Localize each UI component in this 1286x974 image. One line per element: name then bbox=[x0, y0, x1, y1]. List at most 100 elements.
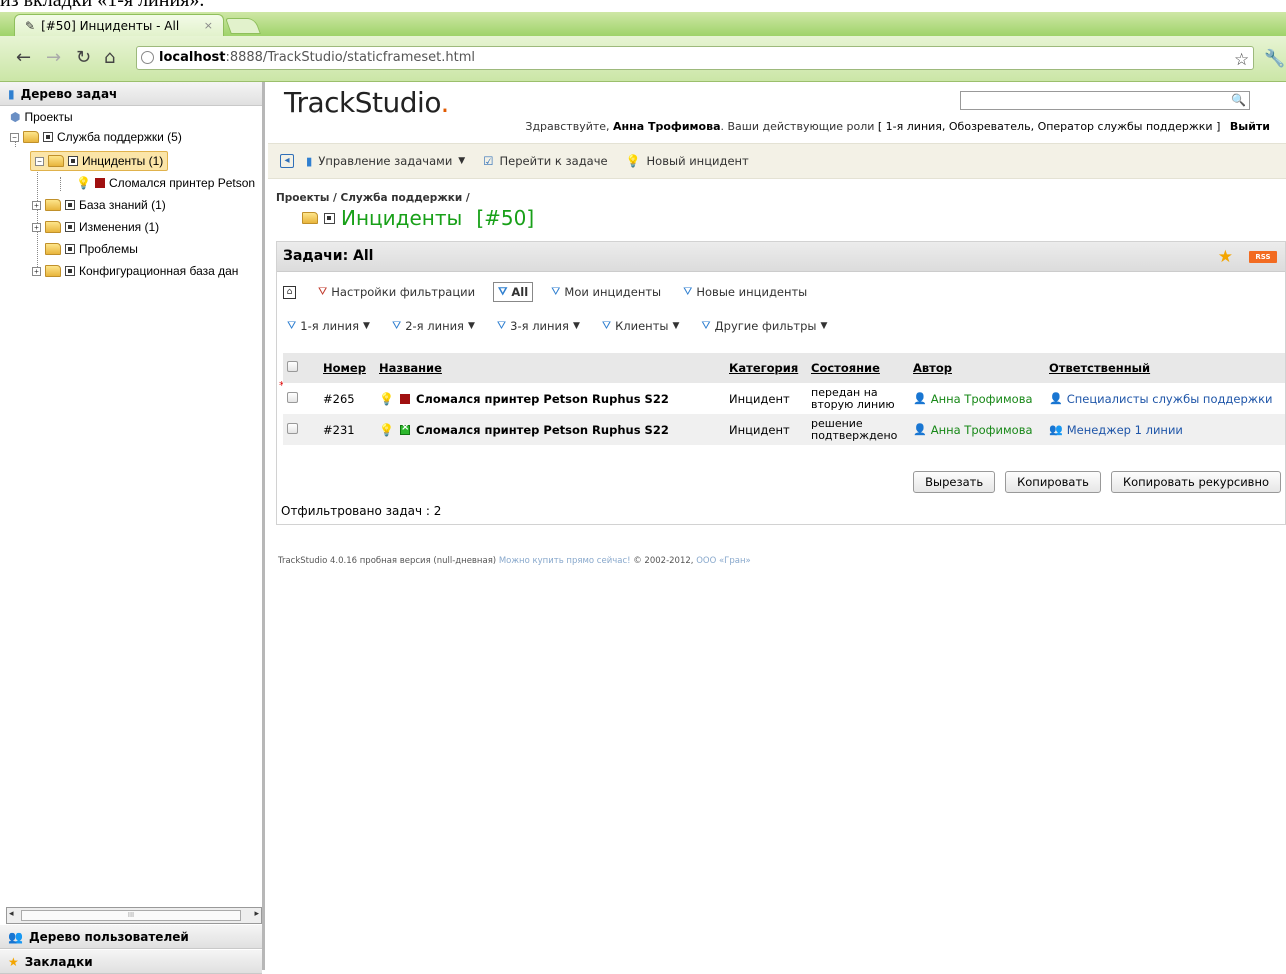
tree-node-changes[interactable]: + Изменения (1) bbox=[32, 217, 159, 237]
filter-all-button[interactable]: ⛛ All bbox=[493, 282, 534, 302]
expand-icon[interactable]: + bbox=[32, 222, 41, 232]
search-icon[interactable]: 🔍 bbox=[1231, 93, 1246, 107]
main-content: TrackStudio. 🔍 Здравствуйте, Анна Трофим… bbox=[268, 82, 1286, 970]
filter-settings-button[interactable]: ⛛ Настройки фильтрации bbox=[314, 283, 479, 301]
forward-icon[interactable]: → bbox=[46, 49, 61, 67]
goto-task-button[interactable]: ☑ Перейти к задаче bbox=[483, 154, 607, 168]
browser-tab[interactable]: ✎ [#50] Инциденты - All × bbox=[14, 14, 224, 36]
logout-link[interactable]: Выйти bbox=[1230, 120, 1270, 133]
rss-icon[interactable]: RSS bbox=[1249, 251, 1277, 263]
page-info-icon bbox=[141, 51, 154, 64]
new-tab-button[interactable] bbox=[225, 18, 261, 34]
collapse-panel-icon[interactable]: ◂ bbox=[280, 154, 294, 168]
copy-button[interactable]: Копировать bbox=[1005, 471, 1101, 493]
column-name[interactable]: Название bbox=[375, 353, 725, 384]
bookmark-star-icon[interactable]: ☆ bbox=[1234, 50, 1249, 70]
task-author-link[interactable]: 👤 Анна Трофимова bbox=[913, 392, 1041, 406]
filter-line2-menu[interactable]: ⛛ 2-я линия ▼ bbox=[388, 317, 479, 335]
chevron-down-icon: ▼ bbox=[820, 321, 828, 331]
scrollbar-thumb[interactable]: III bbox=[21, 910, 241, 921]
back-icon[interactable]: ← bbox=[16, 49, 31, 67]
home-icon[interactable]: ⌂ bbox=[104, 49, 115, 67]
task-author-link[interactable]: 👤 Анна Трофимова bbox=[913, 423, 1041, 437]
filter-clients-menu[interactable]: ⛛ Клиенты ▼ bbox=[598, 317, 684, 335]
filter-new-incidents[interactable]: ⛛ Новые инциденты bbox=[679, 283, 811, 301]
reload-icon[interactable]: ↻ bbox=[76, 49, 91, 67]
task-tree-header[interactable]: ▮ Дерево задач bbox=[0, 82, 262, 106]
folder-icon bbox=[45, 265, 61, 277]
filter-line3-menu[interactable]: ⛛ 3-я линия ▼ bbox=[493, 317, 584, 335]
funnel-icon: ⛛ bbox=[683, 285, 693, 298]
tree-node-printer[interactable]: 💡 Сломался принтер Petson bbox=[76, 173, 255, 193]
scroll-left-icon[interactable]: ◂ bbox=[9, 909, 14, 919]
task-number[interactable]: #231 bbox=[319, 414, 375, 445]
wrench-menu-icon[interactable]: 🔧 bbox=[1264, 49, 1285, 69]
tree-node-incidents[interactable]: − Инциденты (1) bbox=[30, 151, 169, 171]
footer: TrackStudio 4.0.16 пробная версия (null-… bbox=[278, 556, 751, 566]
task-responsible-link[interactable]: 👤 Специалисты службы поддержки bbox=[1049, 392, 1281, 406]
tab-close-icon[interactable]: × bbox=[204, 19, 213, 32]
tree-node-support[interactable]: − Служба поддержки (5) bbox=[10, 127, 182, 147]
chevron-down-icon: ▼ bbox=[672, 321, 680, 331]
tree-node-problems[interactable]: Проблемы bbox=[45, 239, 138, 259]
table-row[interactable]: #265 💡 Сломался принтер Petson Ruphus S2… bbox=[283, 383, 1285, 414]
cut-button[interactable]: Вырезать bbox=[913, 471, 996, 493]
scroll-right-icon[interactable]: ▸ bbox=[254, 909, 259, 919]
collapse-icon[interactable]: − bbox=[35, 156, 44, 166]
favorite-star-icon[interactable]: ★ bbox=[1218, 247, 1233, 267]
manage-tasks-menu[interactable]: ▮ Управление задачами ▼ bbox=[306, 154, 465, 168]
filter-settings-icon: ⛛ bbox=[318, 285, 328, 298]
bookmarks-header[interactable]: ★ Закладки bbox=[0, 950, 262, 974]
task-tree: ⬢ Проекты − Служба поддержки (5) − Инцид… bbox=[0, 107, 262, 902]
breadcrumb[interactable]: Проекты / Служба поддержки / bbox=[276, 192, 470, 204]
author-name: Анна Трофимова bbox=[930, 422, 1033, 437]
horizontal-scrollbar[interactable]: ◂ III ▸ bbox=[6, 907, 262, 924]
column-number[interactable]: Номер bbox=[319, 353, 375, 384]
select-all-cell[interactable] bbox=[283, 353, 319, 384]
task-number[interactable]: #265 bbox=[319, 383, 375, 414]
user-icon: 👤 bbox=[913, 423, 927, 436]
task-name-link[interactable]: 💡 Сломался принтер Petson Ruphus S22 bbox=[379, 422, 721, 437]
company-link[interactable]: ООО «Гран» bbox=[696, 556, 751, 566]
row-checkbox[interactable] bbox=[287, 422, 298, 434]
buy-link[interactable]: Можно купить прямо сейчас! bbox=[499, 556, 631, 566]
funnel-icon: ⛛ bbox=[498, 285, 508, 298]
task-responsible-link[interactable]: 👥 Менеджер 1 линии bbox=[1049, 423, 1281, 437]
url-host: localhost bbox=[159, 50, 226, 65]
task-state: передан на вторую линию bbox=[807, 383, 909, 414]
column-category[interactable]: Категория bbox=[725, 353, 807, 384]
action-bar: ◂ ▮ Управление задачами ▼ ☑ Перейти к зад… bbox=[268, 143, 1286, 179]
task-tree-icon: ▮ bbox=[8, 86, 15, 101]
column-responsible[interactable]: Ответственный bbox=[1045, 353, 1285, 384]
tree-node-cmdb[interactable]: + Конфигурационная база дан bbox=[32, 261, 238, 281]
task-category: Инцидент bbox=[725, 414, 807, 445]
trackstudio-logo[interactable]: TrackStudio. bbox=[284, 86, 449, 119]
select-all-checkbox[interactable] bbox=[287, 360, 298, 372]
collapse-icon[interactable]: − bbox=[10, 132, 19, 142]
tree-node-label: Служба поддержки (5) bbox=[57, 130, 182, 144]
filter-line1-menu[interactable]: ⛛ 1-я линия ▼ bbox=[283, 317, 374, 335]
new-incident-button[interactable]: 💡 Новый инцидент bbox=[626, 154, 749, 168]
tree-node-kb[interactable]: + База знаний (1) bbox=[32, 195, 166, 215]
tree-node-label: Конфигурационная база дан bbox=[79, 264, 239, 278]
tree-node-projects[interactable]: ⬢ Проекты bbox=[10, 107, 73, 127]
task-name-link[interactable]: 💡 Сломался принтер Petson Ruphus S22 bbox=[379, 392, 721, 406]
copy-recursive-button[interactable]: Копировать рекурсивно bbox=[1110, 471, 1281, 493]
expand-icon[interactable]: + bbox=[32, 200, 41, 210]
filter-other-menu[interactable]: ⛛ Другие фильтры ▼ bbox=[697, 317, 831, 335]
status-box-icon bbox=[65, 244, 75, 254]
filter-my-incidents[interactable]: ⛛ Мои инциденты bbox=[547, 283, 665, 301]
column-author[interactable]: Автор bbox=[909, 353, 1045, 384]
search-input[interactable]: 🔍 bbox=[960, 91, 1250, 110]
filter-label: Новые инциденты bbox=[696, 285, 808, 299]
user-tree-title: Дерево пользователей bbox=[28, 929, 189, 944]
roles-prefix: . Ваши действующие роли bbox=[720, 120, 875, 133]
address-bar[interactable]: localhost:8888/TrackStudio/staticframese… bbox=[136, 46, 1254, 70]
row-checkbox[interactable] bbox=[287, 391, 298, 403]
home-filter-icon[interactable]: ⌂ bbox=[283, 285, 296, 299]
table-row[interactable]: #231 💡 Сломался принтер Petson Ruphus S2… bbox=[283, 414, 1285, 445]
lightbulb-icon: 💡 bbox=[379, 391, 394, 406]
user-tree-header[interactable]: 👥 Дерево пользователей bbox=[0, 925, 262, 949]
column-state[interactable]: Состояние bbox=[807, 353, 909, 384]
expand-icon[interactable]: + bbox=[32, 266, 41, 276]
